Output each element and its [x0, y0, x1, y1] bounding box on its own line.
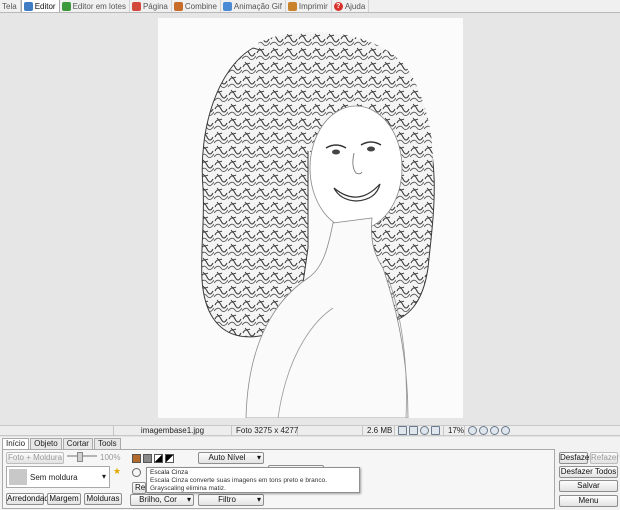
- tab-print[interactable]: Imprimir: [286, 0, 332, 12]
- actual-size-icon[interactable]: [409, 426, 418, 435]
- star-icon[interactable]: ★: [113, 466, 121, 477]
- status-bar: imagembase1.jpg Foto 3275 x 4277 2.6 MB …: [0, 425, 620, 436]
- auto-level-dropdown[interactable]: Auto Nível: [198, 452, 264, 464]
- tab-inicio[interactable]: Início: [2, 438, 30, 449]
- status-filename: imagembase1.jpg: [114, 425, 232, 436]
- photo-frame-button[interactable]: Foto + Moldura: [6, 452, 64, 464]
- photo-canvas[interactable]: [158, 18, 463, 419]
- tooltip-body: Escala Cinza converte suas imagens em to…: [150, 477, 328, 492]
- tab-label: Tela: [2, 1, 17, 11]
- view-controls: [395, 426, 443, 435]
- tab-tela[interactable]: Tela: [0, 0, 21, 12]
- tab-label: Editor: [34, 1, 56, 11]
- invert-icon[interactable]: [165, 454, 174, 463]
- panel-tabs: Início Objeto Cortar Tools: [2, 438, 122, 449]
- frame-selector[interactable]: Sem moldura ▾: [6, 466, 110, 488]
- tab-tools[interactable]: Tools: [93, 438, 121, 449]
- batch-editor-icon: [61, 1, 71, 11]
- tab-batch-editor[interactable]: Editor em lotes: [60, 0, 130, 12]
- tooltip-title: Escala Cinza: [150, 469, 188, 476]
- status-zoom: 17%: [443, 425, 465, 436]
- tab-label: Editor em lotes: [72, 1, 126, 11]
- opacity-slider[interactable]: [67, 452, 97, 462]
- print-icon: [287, 1, 297, 11]
- save-button[interactable]: Salvar: [559, 480, 618, 492]
- tab-label: Imprimir: [298, 1, 328, 11]
- page-icon: [131, 1, 141, 11]
- status-spacer: [0, 425, 114, 436]
- zoom-fit-icon[interactable]: [420, 426, 429, 435]
- tab-label: Combine: [184, 1, 217, 11]
- tab-label: Página: [142, 1, 168, 11]
- zoom-select-icon[interactable]: [431, 426, 440, 435]
- combine-icon: [173, 1, 183, 11]
- top-tab-bar: Tela Editor Editor em lotes Página Combi…: [0, 0, 620, 13]
- status-filesize: 2.6 MB: [363, 425, 395, 436]
- tab-cortar[interactable]: Cortar: [62, 438, 93, 449]
- margin-button[interactable]: Margem: [47, 493, 81, 505]
- tab-combine[interactable]: Combine: [172, 0, 221, 12]
- rounded-button[interactable]: Arredondado: [6, 493, 53, 505]
- tab-gif-animation[interactable]: Animação Gif: [221, 0, 286, 12]
- chevron-down-icon: ▾: [101, 472, 106, 481]
- filter-dropdown[interactable]: Filtro: [198, 494, 264, 506]
- tab-editor[interactable]: Editor: [20, 0, 60, 12]
- status-photo-info: Foto 3275 x 4277: [232, 425, 298, 436]
- tab-help[interactable]: ? Ajuda: [332, 0, 370, 12]
- grayscale-icon[interactable]: [143, 454, 152, 463]
- tab-objeto[interactable]: Objeto: [30, 438, 62, 449]
- resize-button[interactable]: Red: [132, 482, 146, 494]
- brightness-color-dropdown[interactable]: Brilho, Cor: [130, 494, 194, 506]
- rotate-left-icon[interactable]: [132, 468, 141, 477]
- photo-image: [201, 32, 435, 419]
- contrast-icon[interactable]: [154, 454, 163, 463]
- tab-page[interactable]: Página: [130, 0, 172, 12]
- zoom-controls: [465, 426, 513, 435]
- fit-screen-icon[interactable]: [398, 426, 407, 435]
- editor-icon: [23, 1, 33, 11]
- frames-button[interactable]: Molduras: [84, 493, 122, 505]
- sepia-icon[interactable]: [132, 454, 141, 463]
- gif-animation-icon: [222, 1, 232, 11]
- frame-name: Sem moldura: [30, 473, 78, 482]
- zoom-out-icon[interactable]: [479, 426, 488, 435]
- tab-label: Animação Gif: [233, 1, 282, 11]
- undo-button[interactable]: Desfazer: [559, 452, 592, 464]
- effect-swatches: [132, 454, 174, 463]
- tab-label: Ajuda: [344, 1, 366, 11]
- zoom-in-icon[interactable]: [468, 426, 477, 435]
- undo-all-button[interactable]: Desfazer Todos: [559, 466, 618, 478]
- rotate-icon[interactable]: [490, 426, 499, 435]
- menu-button[interactable]: Menu: [559, 495, 618, 507]
- status-blank: [298, 425, 363, 436]
- help-icon: ?: [333, 1, 343, 11]
- redo-button[interactable]: Refazer: [590, 452, 619, 464]
- info-icon[interactable]: [501, 426, 510, 435]
- frame-swatch: [9, 469, 27, 485]
- canvas-area[interactable]: [0, 13, 620, 425]
- opacity-value: 100%: [100, 453, 121, 462]
- grayscale-tooltip: Escala Cinza Escala Cinza converte suas …: [146, 467, 360, 493]
- action-column: Desfazer Refazer Desfazer Todos Salvar M…: [557, 437, 620, 510]
